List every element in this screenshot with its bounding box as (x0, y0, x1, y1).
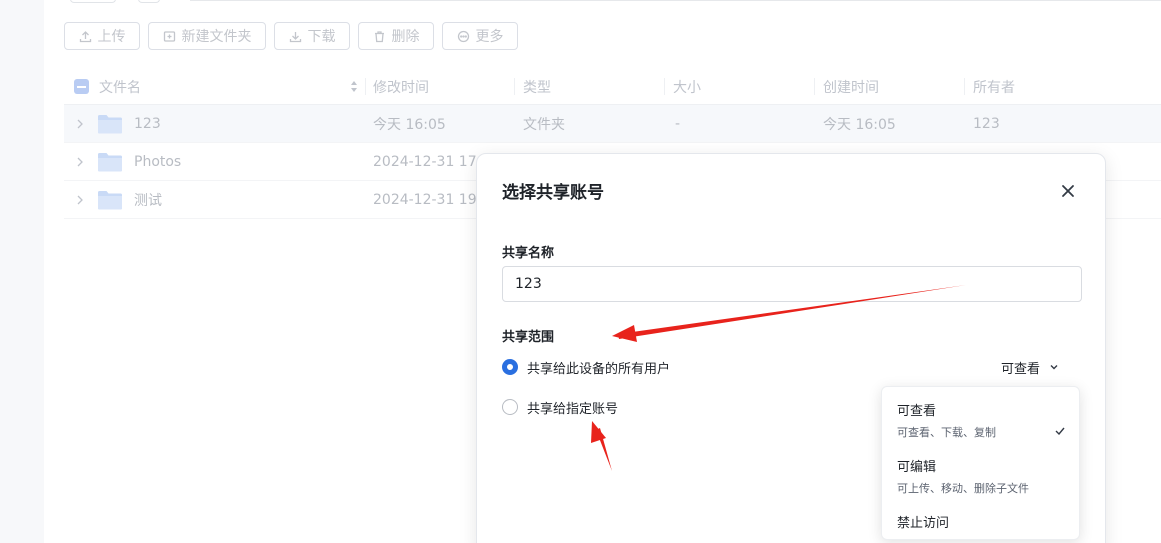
upload-button[interactable]: 上传 (64, 22, 140, 50)
trash-icon (374, 30, 384, 42)
chevron-down-icon (1050, 365, 1058, 370)
radio-all-users[interactable]: 共享给此设备的所有用户 (502, 357, 670, 377)
share-name-label: 共享名称 (502, 246, 555, 261)
table-header: 文件名 修改时间 类型 大小 创建时间 所有者 (64, 68, 1161, 105)
row-modified: 今天 16:05 (373, 117, 446, 133)
row-name[interactable]: 123 (134, 105, 161, 143)
header-owner[interactable]: 所有者 (973, 68, 1015, 105)
new-folder-button[interactable]: 新建文件夹 (148, 22, 266, 50)
permission-dropdown: 可查看 可查看、下载、复制 可编辑 可上传、移动、删除子文件 禁止访问 (881, 386, 1080, 540)
column-divider (365, 78, 366, 95)
column-divider (964, 78, 965, 95)
radio-specific-account[interactable]: 共享给指定账号 (502, 397, 618, 417)
chevron-right-icon[interactable] (76, 194, 84, 206)
permission-option-view[interactable]: 可查看 可查看、下载、复制 (882, 400, 1081, 440)
table-row[interactable]: 123 今天 16:05 文件夹 - 今天 16:05 123 (64, 105, 1161, 143)
header-modified[interactable]: 修改时间 (373, 68, 429, 105)
permission-select[interactable]: 可查看 (1001, 357, 1059, 377)
permission-option-deny[interactable]: 禁止访问 (882, 512, 1081, 531)
radio-button-selected[interactable] (502, 359, 518, 375)
download-icon (289, 31, 301, 42)
radio-specific-label: 共享给指定账号 (527, 401, 619, 417)
top-tab[interactable] (138, 0, 160, 3)
share-scope-label: 共享范围 (502, 330, 555, 345)
header-created[interactable]: 创建时间 (823, 68, 879, 105)
option-desc: 可查看、下载、复制 (897, 426, 996, 439)
row-created: 今天 16:05 (823, 117, 896, 133)
share-name-input[interactable]: 123 (502, 266, 1082, 302)
header-size[interactable]: 大小 (673, 68, 701, 105)
column-divider (814, 78, 815, 95)
row-owner: 123 (973, 116, 1000, 132)
column-divider (514, 78, 515, 95)
download-button[interactable]: 下载 (274, 22, 350, 50)
new-folder-icon (163, 30, 175, 42)
option-desc: 可上传、移动、删除子文件 (897, 482, 1029, 495)
folder-icon (98, 153, 122, 172)
close-icon[interactable] (1060, 183, 1076, 199)
upload-icon (79, 30, 91, 42)
select-all-checkbox[interactable] (74, 79, 89, 94)
row-name[interactable]: Photos (134, 143, 181, 181)
check-icon (1055, 427, 1065, 435)
option-title: 可查看 (897, 404, 937, 419)
header-type[interactable]: 类型 (523, 68, 551, 105)
row-size: - (675, 116, 681, 132)
delete-button[interactable]: 删除 (358, 22, 434, 50)
chevron-right-icon[interactable] (76, 118, 84, 130)
column-divider (664, 78, 665, 95)
permission-option-edit[interactable]: 可编辑 可上传、移动、删除子文件 (882, 456, 1081, 496)
row-modified: 2024-12-31 19:3 (373, 192, 491, 208)
sort-icon[interactable] (350, 80, 358, 93)
chevron-right-icon[interactable] (76, 156, 84, 168)
radio-all-users-label: 共享给此设备的所有用户 (527, 361, 671, 377)
row-name[interactable]: 测试 (134, 181, 162, 219)
folder-icon (98, 115, 122, 134)
radio-button[interactable] (502, 399, 518, 415)
row-type: 文件夹 (523, 117, 565, 133)
top-tab[interactable] (70, 0, 116, 3)
row-modified: 2024-12-31 17:2 (373, 154, 491, 170)
left-sidebar-strip (0, 0, 44, 543)
more-icon (457, 30, 469, 42)
option-title: 禁止访问 (897, 516, 950, 531)
top-divider (190, 0, 1161, 1)
option-title: 可编辑 (897, 460, 937, 475)
permission-select-value: 可查看 (1001, 361, 1041, 377)
more-button[interactable]: 更多 (442, 22, 518, 50)
dialog-title: 选择共享账号 (502, 183, 604, 203)
folder-icon (98, 191, 122, 210)
header-name[interactable]: 文件名 (99, 68, 141, 105)
